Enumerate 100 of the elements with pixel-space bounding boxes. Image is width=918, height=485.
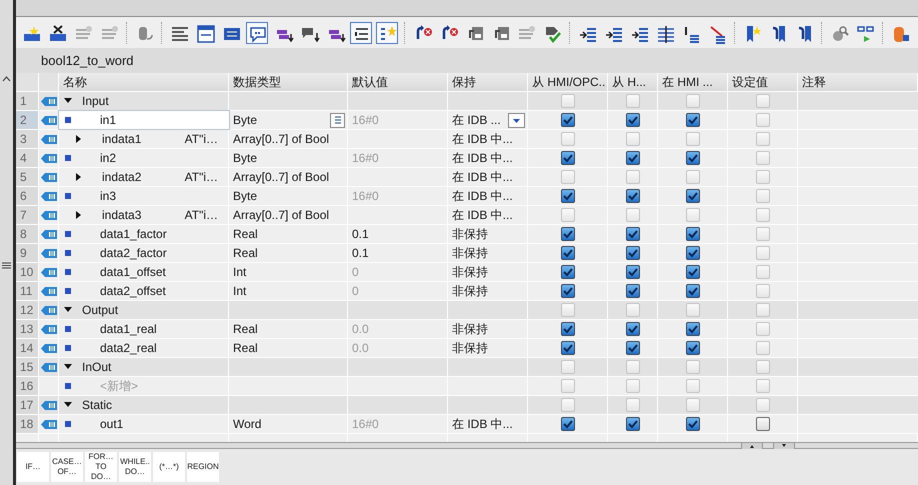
retain-value: 非保持	[452, 226, 488, 243]
expand-arrow-icon[interactable]	[64, 97, 72, 105]
checkbox[interactable]	[560, 227, 574, 241]
bullet-icon	[65, 345, 71, 351]
checkbox[interactable]	[626, 189, 640, 203]
column-header[interactable]: 名称	[63, 73, 87, 91]
expand-arrow-icon[interactable]	[74, 135, 82, 143]
snippet-button[interactable]: FOR… TO DO…	[85, 452, 117, 482]
list-icon[interactable]	[350, 22, 372, 44]
checkbox[interactable]	[560, 113, 574, 127]
bullet-icon	[65, 250, 71, 256]
checkbox[interactable]	[686, 113, 700, 127]
data-type: Int	[233, 264, 246, 281]
row-number: 5	[20, 169, 27, 186]
checkbox[interactable]	[626, 265, 640, 279]
row-number: 14	[20, 340, 34, 357]
row-number: 3	[20, 131, 27, 148]
retain-value: 非保持	[452, 245, 488, 262]
variable-name: indata2	[101, 169, 142, 186]
snippet-button[interactable]: CASE… OF…	[51, 452, 83, 482]
bullet-icon	[65, 117, 71, 123]
variable-name: data1_factor	[99, 226, 167, 243]
row-number: 8	[20, 226, 27, 243]
default-value: 16#0	[352, 416, 379, 433]
variable-name: Output	[81, 302, 118, 319]
checkbox[interactable]	[626, 417, 640, 431]
interface-icon	[40, 418, 58, 430]
checkbox[interactable]	[756, 417, 770, 431]
variable-name: data2_real	[99, 340, 157, 357]
speech-bubble-icon[interactable]	[246, 22, 268, 44]
interface-icon	[40, 172, 58, 182]
data-type: Word	[233, 416, 262, 433]
default-value: 0	[352, 283, 359, 300]
expand-arrow-icon[interactable]	[64, 363, 72, 371]
grip-icon[interactable]	[2, 262, 11, 269]
checkbox[interactable]	[686, 151, 700, 165]
variable-name: data2_factor	[99, 245, 167, 262]
checkbox[interactable]	[686, 341, 700, 355]
bullet-icon	[65, 155, 71, 161]
row-number: 6	[20, 188, 27, 205]
checkbox[interactable]	[560, 189, 574, 203]
data-type: Int	[233, 283, 246, 300]
expand-arrow-icon[interactable]	[64, 401, 72, 409]
variable-name: data2_offset	[99, 283, 166, 300]
checkbox[interactable]	[686, 322, 700, 336]
interface-icon	[40, 134, 58, 144]
star-list-icon[interactable]	[376, 22, 398, 44]
variable-name: data1_real	[99, 321, 157, 338]
checkbox[interactable]	[626, 322, 640, 336]
column-header[interactable]: 注释	[802, 73, 826, 91]
data-type: Array[0..7] of Bool	[233, 131, 330, 148]
row-number: 18	[20, 416, 34, 433]
scroll-down-icon[interactable]	[773, 442, 795, 448]
checkbox[interactable]	[686, 265, 700, 279]
default-value: 0	[352, 264, 359, 281]
scroll-up-icon[interactable]	[741, 442, 763, 448]
checkbox[interactable]	[560, 322, 574, 336]
expand-arrow-icon[interactable]	[74, 211, 82, 219]
checkbox[interactable]	[686, 189, 700, 203]
expand-arrow-icon[interactable]	[64, 306, 72, 314]
checkbox[interactable]	[686, 246, 700, 260]
data-type: Real	[233, 340, 258, 357]
checkbox[interactable]	[560, 265, 574, 279]
checkbox[interactable]	[560, 151, 574, 165]
default-value: 16#0	[352, 112, 379, 129]
snippet-button[interactable]: WHILE.. DO…	[119, 452, 151, 482]
expand-arrow-icon[interactable]	[74, 173, 82, 181]
checkbox[interactable]	[626, 246, 640, 260]
checkbox[interactable]	[560, 341, 574, 355]
retain-value: 在 IDB 中...	[452, 188, 513, 205]
variable-name: in1	[99, 112, 116, 129]
checkbox[interactable]	[686, 227, 700, 241]
interface-icon	[40, 362, 58, 372]
interface-icon	[40, 266, 58, 278]
checkbox[interactable]	[686, 417, 700, 431]
snippet-button[interactable]: REGION	[187, 452, 219, 482]
snippet-button[interactable]: (*…*)	[153, 452, 185, 482]
checkbox[interactable]	[560, 417, 574, 431]
variable-name: InOut	[81, 359, 112, 376]
interface-icon	[40, 286, 58, 296]
row-number: 2	[20, 112, 27, 129]
data-type: Byte	[233, 188, 258, 205]
snippet-button[interactable]: IF…	[17, 452, 49, 482]
checkbox[interactable]	[686, 284, 700, 298]
interface-icon	[40, 248, 58, 258]
bullet-icon	[65, 288, 71, 294]
checkbox[interactable]	[626, 227, 640, 241]
at-overlay-text: AT"i…	[184, 169, 218, 186]
row-number: 16	[20, 378, 34, 395]
list-button-icon[interactable]	[330, 112, 345, 128]
checkbox[interactable]	[560, 246, 574, 260]
interface-icon	[40, 152, 58, 164]
checkbox[interactable]	[626, 341, 640, 355]
checkbox[interactable]	[626, 284, 640, 298]
row-number: 4	[20, 150, 27, 167]
default-value: 0.0	[352, 321, 369, 338]
checkbox[interactable]	[626, 113, 640, 127]
checkbox[interactable]	[560, 284, 574, 298]
bullet-icon	[65, 383, 71, 389]
checkbox[interactable]	[626, 151, 640, 165]
